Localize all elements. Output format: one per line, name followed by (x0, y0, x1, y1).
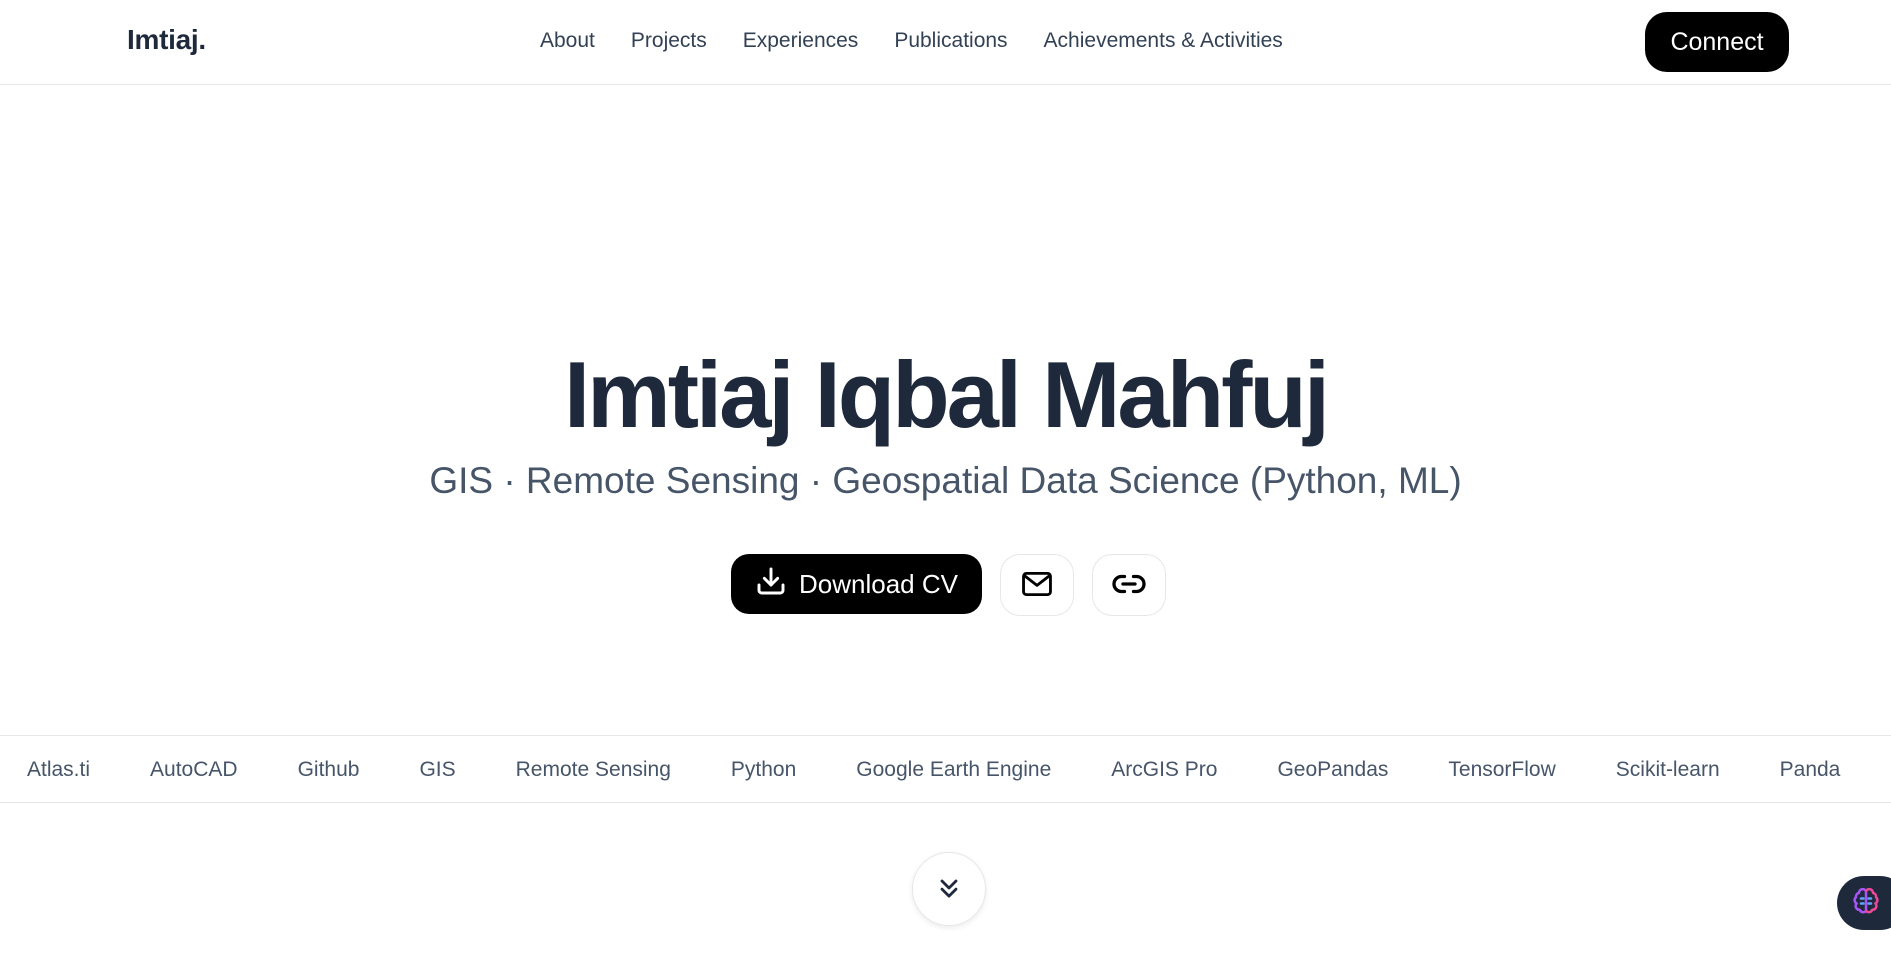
brain-icon (1851, 886, 1881, 921)
skill-item: AutoCAD (150, 758, 238, 781)
link-button[interactable] (1092, 554, 1166, 616)
download-cv-label: Download CV (799, 568, 958, 599)
nav-link-projects[interactable]: Projects (631, 29, 707, 53)
mail-icon (1020, 567, 1054, 604)
email-button[interactable] (1000, 554, 1074, 616)
nav-link-experiences[interactable]: Experiences (743, 29, 859, 53)
download-icon (755, 565, 787, 604)
download-cv-button[interactable]: Download CV (731, 554, 982, 614)
nav-link-about[interactable]: About (540, 29, 595, 53)
skill-item: Scikit-learn (1615, 758, 1720, 781)
skill-item: Python (730, 758, 797, 781)
connect-button[interactable]: Connect (1645, 12, 1789, 72)
hero-name: Imtiaj Iqbal Mahfuj (564, 342, 1330, 447)
skill-item: TensorFlow (1448, 758, 1556, 781)
skill-item: Atlas.ti (27, 758, 91, 781)
brand-logo[interactable]: Imtiaj. (127, 24, 206, 56)
skill-item: Panda (1779, 758, 1841, 781)
skills-track: Atlas.ti AutoCAD Github GIS Remote Sensi… (27, 736, 1841, 802)
scroll-down-button[interactable] (912, 852, 986, 926)
ai-assistant-widget[interactable] (1837, 876, 1891, 930)
site-header: Imtiaj. About Projects Experiences Publi… (0, 0, 1891, 85)
main-nav: About Projects Experiences Publications … (540, 29, 1283, 53)
hero-actions: Download CV (731, 554, 1166, 616)
skills-marquee: Atlas.ti AutoCAD Github GIS Remote Sensi… (0, 735, 1891, 803)
skill-item: Github (297, 758, 360, 781)
skill-item: Google Earth Engine (856, 758, 1052, 781)
nav-link-achievements[interactable]: Achievements & Activities (1044, 29, 1283, 53)
skill-item: GeoPandas (1277, 758, 1389, 781)
nav-link-publications[interactable]: Publications (894, 29, 1007, 53)
link-icon (1111, 566, 1147, 605)
skill-item: GIS (419, 758, 456, 781)
chevrons-down-icon (935, 874, 963, 905)
skill-item: ArcGIS Pro (1111, 758, 1218, 781)
hero-subtitle: GIS · Remote Sensing · Geospatial Data S… (429, 460, 1462, 501)
skill-item: Remote Sensing (515, 758, 671, 781)
page: Imtiaj. About Projects Experiences Publi… (0, 0, 1891, 973)
